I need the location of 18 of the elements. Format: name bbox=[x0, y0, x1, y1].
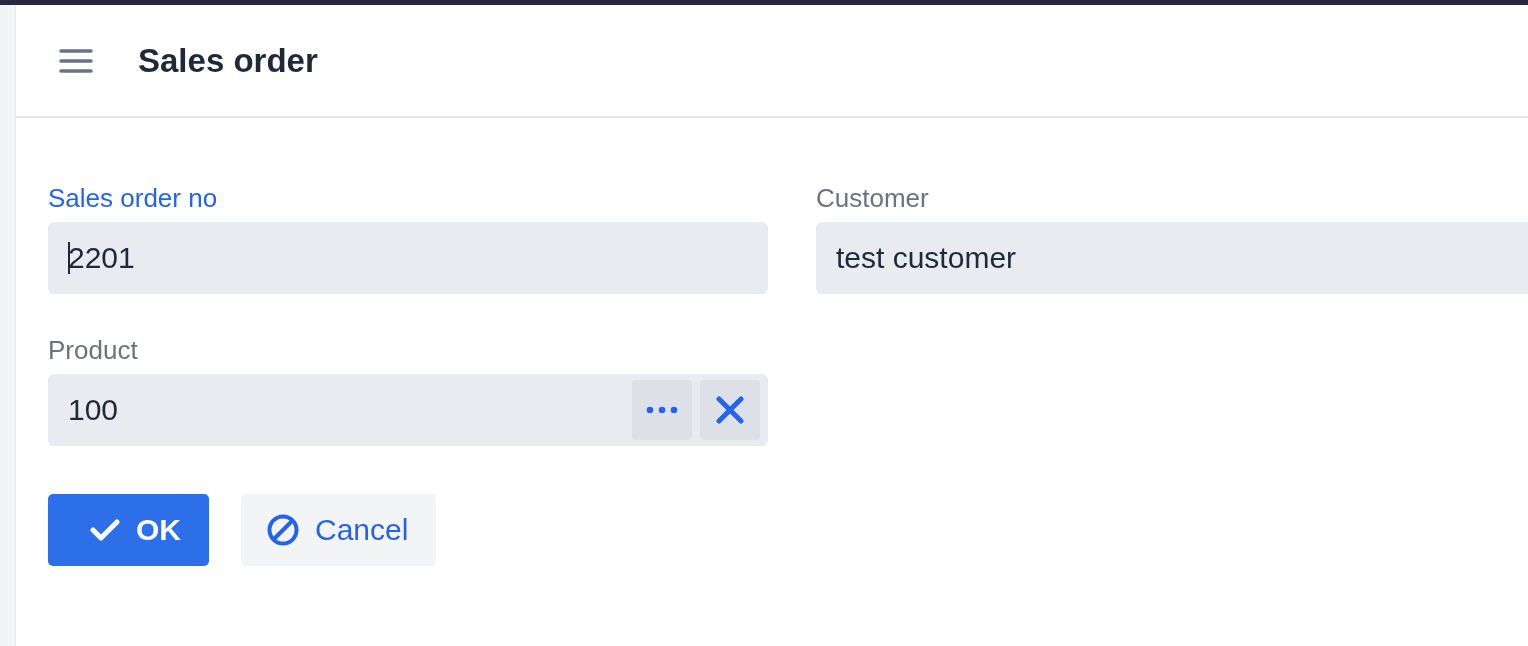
ellipsis-icon bbox=[646, 406, 678, 414]
prohibited-icon bbox=[267, 514, 299, 546]
field-label: Customer bbox=[816, 184, 930, 212]
page-title: Sales order bbox=[138, 41, 318, 80]
lookup-field[interactable]: 100 bbox=[48, 374, 768, 446]
close-icon bbox=[716, 396, 744, 424]
field-label: Product bbox=[48, 336, 139, 364]
menu-button[interactable] bbox=[59, 46, 93, 75]
field-label: Sales order no bbox=[48, 184, 219, 212]
cancel-button[interactable]: Cancel bbox=[241, 494, 437, 566]
ok-button[interactable]: OK bbox=[48, 494, 209, 566]
check-icon bbox=[90, 518, 120, 542]
field-value: 100 bbox=[68, 393, 120, 427]
clear-button[interactable] bbox=[700, 380, 760, 440]
menu-icon bbox=[59, 47, 93, 74]
input-field[interactable]: test customer bbox=[816, 222, 1528, 294]
more-button[interactable] bbox=[632, 380, 692, 440]
input-field[interactable]: 2201 bbox=[48, 222, 768, 294]
